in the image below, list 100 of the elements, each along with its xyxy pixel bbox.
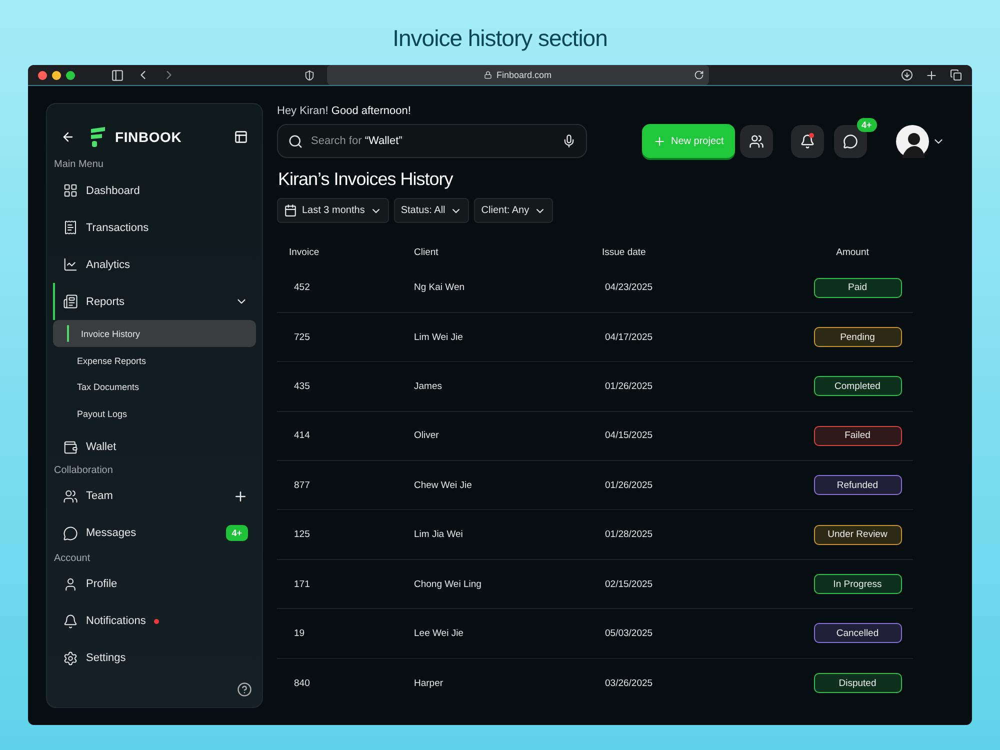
- menu-item-icon: [63, 294, 78, 310]
- page-heading: Kiran’s Invoices History: [278, 169, 454, 190]
- table-cell-text: Oliver: [414, 430, 440, 442]
- layout-icon[interactable]: [234, 130, 248, 144]
- menu-item[interactable]: Profile: [53, 566, 256, 603]
- table-cell-text: 877: [293, 480, 311, 491]
- table-cell-text: 02/15/2025: [604, 578, 654, 590]
- menu-item[interactable]: Analytics: [53, 246, 256, 284]
- greeting: Hey Kiran! Good afternoon!: [277, 105, 412, 118]
- shield-icon[interactable]: [304, 70, 315, 81]
- table-cell-text: James: [414, 380, 443, 392]
- table-cell-text: 04/15/2025: [604, 430, 654, 442]
- status-tag: Failed: [814, 426, 902, 446]
- close-dot[interactable]: [38, 70, 47, 80]
- table-cell-text: 01/26/2025: [604, 380, 654, 392]
- address-bar[interactable]: Finboard.com: [327, 65, 709, 86]
- menu-item-icon: [63, 183, 78, 198]
- menu-item-icon: [63, 526, 78, 541]
- table-cell-text: 725: [293, 332, 311, 343]
- filter-dropdown[interactable]: Last 3 months: [277, 198, 389, 224]
- logo-text: FINBOOK: [115, 129, 182, 146]
- menu-item[interactable]: Dashboard: [53, 172, 256, 210]
- column-header: Client: [414, 246, 440, 258]
- table-cell-text: Ng Kai Wen: [414, 282, 466, 294]
- table-cell-text: 03/26/2025: [604, 678, 654, 689]
- status-tag: Under Review: [814, 524, 902, 545]
- team-button[interactable]: [740, 124, 773, 158]
- add-icon[interactable]: [233, 488, 248, 504]
- table-cell-text: 840: [293, 678, 311, 689]
- submenu-item[interactable]: Invoice History: [53, 320, 256, 348]
- table-cell-text: 19: [293, 628, 306, 639]
- table-cell-text: 125: [293, 529, 311, 540]
- menu-item[interactable]: Team: [53, 478, 256, 515]
- menu-item-icon: [63, 220, 78, 236]
- logo-icon: [89, 126, 107, 148]
- users-icon: [748, 134, 764, 149]
- status-tag: In Progress: [814, 574, 902, 594]
- table-cell-text: 452: [293, 282, 311, 294]
- table-cell-text: 414: [293, 430, 311, 442]
- status-tag: Cancelled: [814, 623, 902, 644]
- tabs-icon[interactable]: [950, 69, 962, 82]
- menu-item[interactable]: Wallet: [53, 430, 256, 464]
- table-cell-text: Lim Wei Jie: [414, 332, 464, 343]
- menu-item[interactable]: Transactions: [53, 209, 256, 246]
- menu-item-icon: [63, 576, 78, 592]
- menu-item-icon: [63, 650, 78, 666]
- menu-item-icon: [63, 614, 78, 629]
- filter-dropdown[interactable]: Client: Any: [474, 198, 554, 224]
- table-cell-text: 01/28/2025: [604, 529, 654, 540]
- menu-item-icon: [63, 440, 78, 455]
- table-cell-text: 04/23/2025: [604, 282, 654, 294]
- status-tag: Disputed: [814, 673, 902, 694]
- reload-icon[interactable]: [694, 70, 704, 80]
- count-badge: 4+: [226, 525, 248, 542]
- section-label: Account: [53, 552, 92, 566]
- column-header: Amount: [835, 246, 870, 258]
- menu-item[interactable]: Notifications: [53, 602, 256, 640]
- status-tag: Paid: [814, 278, 902, 298]
- status-tag: Pending: [814, 327, 902, 348]
- table-cell-text: Chong Wei Ling: [414, 578, 482, 590]
- menu-item-icon: [63, 257, 78, 272]
- search-field[interactable]: Search for “Wallet”: [277, 124, 587, 158]
- notifications-button[interactable]: [790, 124, 824, 158]
- filter-dropdown[interactable]: Status: All: [394, 198, 470, 224]
- minimize-dot[interactable]: [52, 70, 61, 80]
- table-cell-text: 171: [293, 578, 311, 590]
- status-tag: Completed: [814, 376, 902, 396]
- calendar-icon: [284, 204, 297, 218]
- new-tab-icon[interactable]: [925, 68, 938, 82]
- status-tag: Refunded: [814, 475, 902, 496]
- submenu-item[interactable]: Expense Reports: [77, 347, 256, 374]
- table-cell-text: 04/17/2025: [604, 332, 654, 343]
- menu-item[interactable]: Messages 4+: [53, 514, 256, 552]
- column-header: Invoice: [288, 246, 320, 258]
- submenu-item[interactable]: Tax Documents: [77, 374, 256, 400]
- table-cell-text: Lim Jia Wei: [414, 529, 464, 540]
- table-cell-text: Chew Wei Jie: [414, 480, 473, 491]
- help-icon[interactable]: [237, 682, 252, 697]
- bell-icon: [800, 134, 815, 149]
- page-title: Invoice history section: [392, 24, 608, 52]
- back-arrow-icon[interactable]: [61, 130, 75, 144]
- chat-icon: [842, 134, 858, 149]
- download-icon[interactable]: [901, 69, 913, 82]
- table-cell-text: 05/03/2025: [604, 628, 654, 639]
- section-label: Main Menu: [53, 158, 104, 172]
- menu-item[interactable]: Settings: [53, 640, 256, 677]
- search-icon: [288, 134, 303, 149]
- maximize-dot[interactable]: [66, 70, 75, 80]
- microphone-icon[interactable]: [562, 134, 576, 148]
- submenu-item[interactable]: Payout Logs: [77, 400, 256, 427]
- lock-icon: [484, 71, 492, 80]
- table-cell-text: Lee Wei Jie: [414, 628, 464, 639]
- sidebar-toggle-icon[interactable]: [111, 68, 124, 82]
- table-cell-text: 01/26/2025: [604, 480, 654, 491]
- table-cell-text: Harper: [414, 678, 444, 689]
- menu-item-icon: [63, 488, 78, 504]
- avatar[interactable]: [896, 124, 929, 158]
- count-badge: 4+: [856, 118, 877, 132]
- column-header: Issue date: [602, 246, 647, 258]
- table-cell-text: 435: [293, 380, 311, 392]
